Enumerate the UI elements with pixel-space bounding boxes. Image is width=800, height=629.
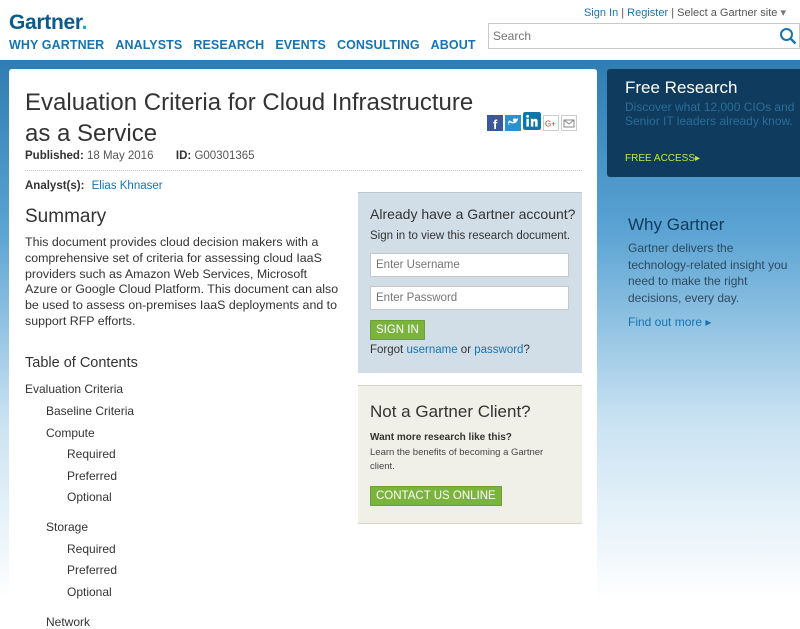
page-title: Evaluation Criteria for Cloud Infrastruc… <box>25 89 474 147</box>
svg-text:f: f <box>493 117 498 131</box>
divider <box>25 170 582 171</box>
facebook-icon[interactable]: f <box>487 115 503 131</box>
toc-item[interactable]: Storage <box>46 520 88 534</box>
toc-item[interactable]: Evaluation Criteria <box>25 382 123 396</box>
sign-in-link[interactable]: Sign In <box>584 7 618 19</box>
contact-us-button[interactable]: CONTACT US ONLINE <box>370 486 502 506</box>
password-field[interactable] <box>376 292 561 304</box>
forgot-username-link[interactable]: username <box>406 344 457 356</box>
toc-item[interactable]: Optional <box>67 490 112 504</box>
top-links: Sign In | Register | Select a Gartner si… <box>583 7 786 19</box>
forgot-password-link[interactable]: password <box>474 344 523 356</box>
arrow-right-icon: ▸ <box>695 153 701 164</box>
twitter-icon[interactable] <box>505 115 521 131</box>
toc-item[interactable]: Preferred <box>67 469 117 483</box>
summary-text: This document provides cloud decision ma… <box>25 235 339 328</box>
toc-item[interactable]: Preferred <box>67 563 117 577</box>
toc-item[interactable]: Baseline Criteria <box>46 404 134 418</box>
login-heading: Already have a Gartner account? <box>370 206 576 222</box>
svg-text:G+: G+ <box>545 120 556 129</box>
not-client-heading: Not a Gartner Client? <box>370 402 531 421</box>
nav-events[interactable]: EVENTS <box>275 38 326 52</box>
publication-meta: Published: 18 May 2016 ID: G00301365 <box>25 150 255 162</box>
site-header: Gartner. WHY GARTNER ANALYSTS RESEARCH E… <box>0 0 800 60</box>
main-content: Evaluation Criteria for Cloud Infrastruc… <box>9 69 597 629</box>
search-box <box>488 23 800 49</box>
social-share: f G+ <box>487 112 577 131</box>
analyst-line: Analyst(s): Elias Khnaser <box>25 180 163 192</box>
nav-about[interactable]: ABOUT <box>431 38 476 52</box>
summary-heading: Summary <box>25 206 107 227</box>
toc-item[interactable]: Compute <box>46 426 95 440</box>
password-field-wrap <box>370 286 569 310</box>
nav-consulting[interactable]: CONSULTING <box>337 38 420 52</box>
not-client-description: Learn the benefits of becoming a Gartner… <box>370 447 544 472</box>
username-field-wrap <box>370 253 569 277</box>
linkedin-icon[interactable] <box>523 112 541 130</box>
find-out-more-link[interactable]: Find out more ▸ <box>628 315 711 329</box>
forgot-credentials: Forgot username or password? <box>370 344 530 356</box>
toc-item[interactable]: Required <box>67 542 116 556</box>
why-gartner-description: Gartner delivers the technology-related … <box>628 241 788 305</box>
username-field[interactable] <box>376 259 561 271</box>
not-client-question: Want more research like this? <box>370 432 512 443</box>
analyst-link[interactable]: Elias Khnaser <box>92 180 163 192</box>
login-panel: Already have a Gartner account? Sign in … <box>358 192 582 373</box>
search-input[interactable] <box>493 29 773 43</box>
free-research-panel[interactable]: Free Research Discover what 12,000 CIOs … <box>607 69 800 177</box>
site-select-link[interactable]: Select a Gartner site <box>677 7 777 19</box>
free-research-description: Discover what 12,000 CIOs and Senior IT … <box>625 100 795 128</box>
not-client-panel: Not a Gartner Client? Want more research… <box>358 385 582 524</box>
arrow-right-icon: ▸ <box>705 315 712 329</box>
document-id: G00301365 <box>194 150 255 162</box>
nav-why-gartner[interactable]: WHY GARTNER <box>9 38 104 52</box>
free-research-heading: Free Research <box>625 78 738 97</box>
login-subtext: Sign in to view this research document. <box>370 230 571 242</box>
free-access-link[interactable]: FREE ACCESS▸ <box>625 153 700 164</box>
toc-item[interactable]: Network <box>46 615 90 629</box>
toc-item[interactable]: Required <box>67 447 116 461</box>
register-link[interactable]: Register <box>627 7 668 19</box>
published-date: 18 May 2016 <box>86 150 154 162</box>
email-icon[interactable] <box>561 115 577 131</box>
nav-research[interactable]: RESEARCH <box>193 38 264 52</box>
google-plus-icon[interactable]: G+ <box>543 115 559 131</box>
why-gartner-panel: Why Gartner Gartner delivers the technol… <box>607 183 800 353</box>
nav-analysts[interactable]: ANALYSTS <box>115 38 182 52</box>
search-icon[interactable] <box>779 27 797 45</box>
toc-item[interactable]: Optional <box>67 585 112 599</box>
toc-heading: Table of Contents <box>25 355 138 371</box>
sign-in-button[interactable]: SIGN IN <box>370 320 425 340</box>
why-gartner-heading: Why Gartner <box>628 215 725 234</box>
main-nav: WHY GARTNER ANALYSTS RESEARCH EVENTS CON… <box>9 38 476 52</box>
gartner-logo[interactable]: Gartner. <box>9 11 87 35</box>
chevron-down-icon: ▾ <box>780 7 786 19</box>
